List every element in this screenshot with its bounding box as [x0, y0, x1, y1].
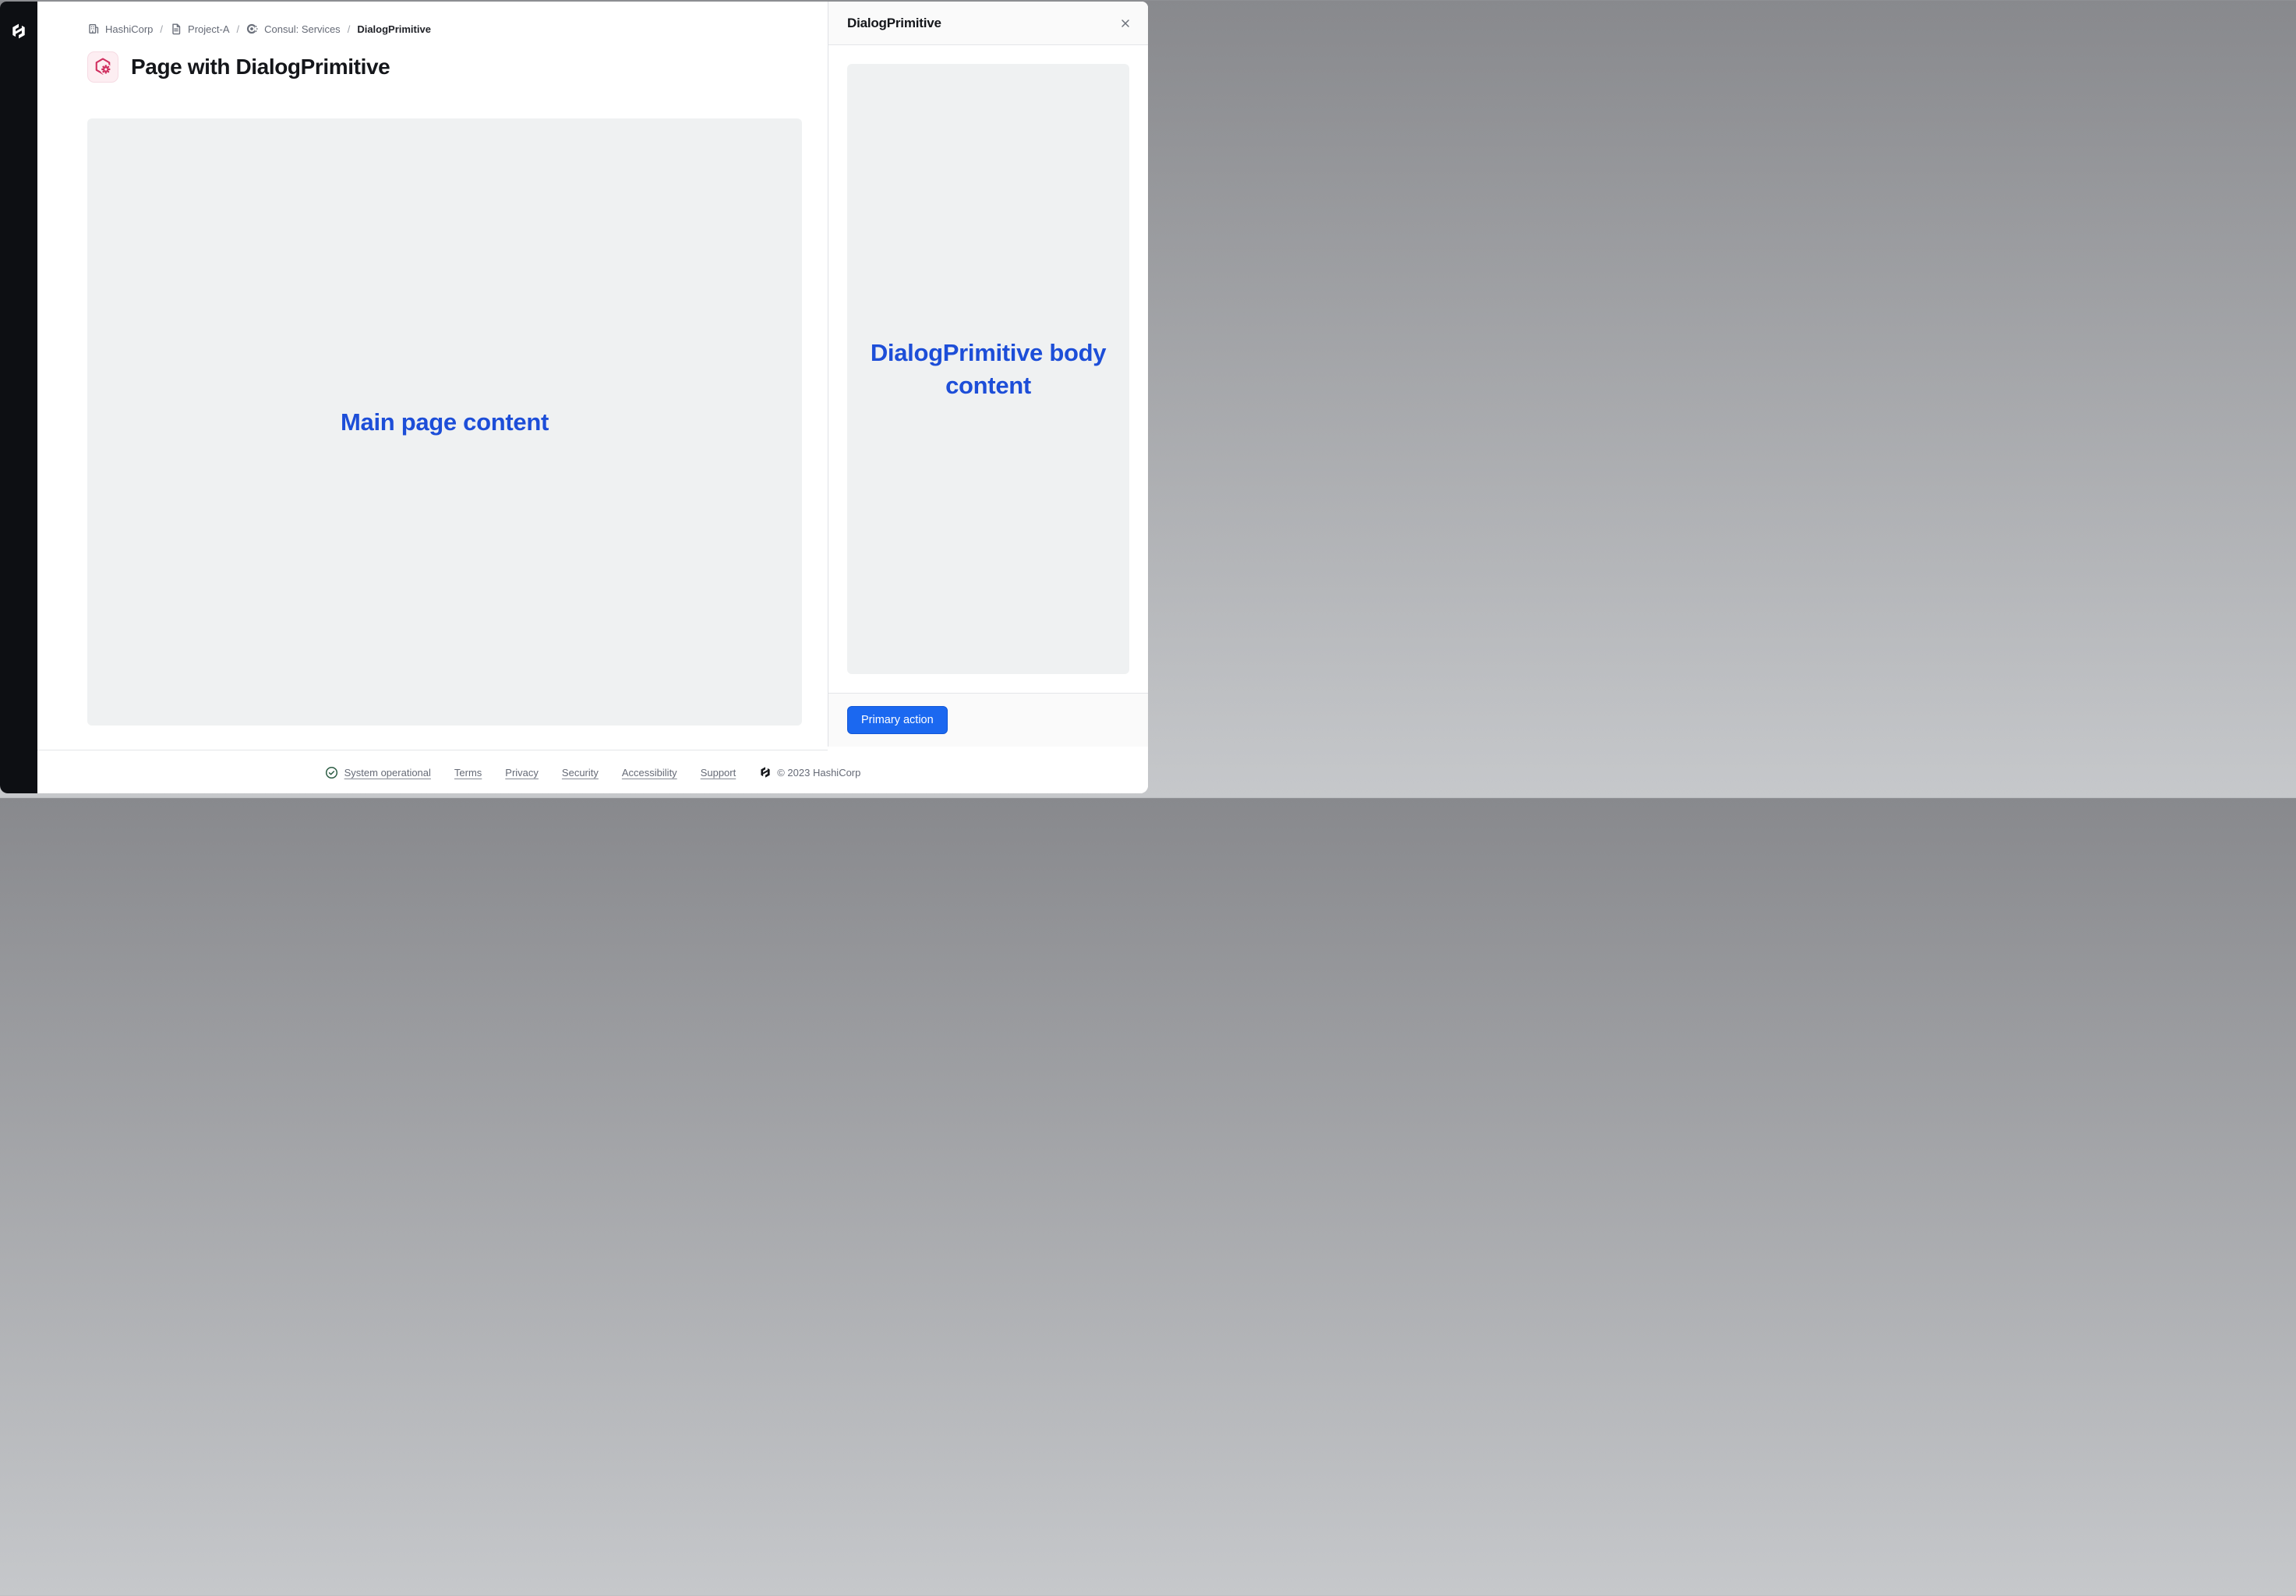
dialog-close-button[interactable] [1114, 12, 1137, 35]
check-circle-icon [325, 766, 338, 779]
system-status-label: System operational [344, 767, 431, 779]
dialog-footer: Primary action [828, 693, 1148, 747]
consul-icon [246, 23, 259, 35]
breadcrumb-item-project-a[interactable]: Project-A [170, 23, 229, 35]
breadcrumb: HashiCorp / Project-A / [87, 23, 802, 35]
hashicorp-logo-icon [10, 23, 27, 40]
breadcrumb-separator: / [237, 23, 240, 35]
footer-link-support[interactable]: Support [701, 767, 736, 779]
x-icon [1119, 17, 1132, 30]
copyright: © 2023 HashiCorp [759, 766, 860, 779]
main-placeholder-text: Main page content [341, 408, 549, 436]
app-frame: HashiCorp / Project-A / [0, 2, 1148, 793]
breadcrumb-item-consul-services[interactable]: Consul: Services [246, 23, 341, 35]
footer-link-privacy[interactable]: Privacy [505, 767, 539, 779]
footer-link-terms[interactable]: Terms [454, 767, 482, 779]
hashicorp-logo-icon [759, 766, 772, 779]
main-content-area: HashiCorp / Project-A / [37, 2, 828, 750]
breadcrumb-label: HashiCorp [105, 23, 153, 35]
page-title: Page with DialogPrimitive [131, 55, 390, 79]
org-building-icon [87, 23, 100, 35]
dialog-placeholder-box: DialogPrimitive body content [847, 64, 1129, 674]
copyright-text: © 2023 HashiCorp [777, 767, 860, 779]
breadcrumb-separator: / [160, 23, 163, 35]
footer-link-security[interactable]: Security [562, 767, 599, 779]
breadcrumb-item-current: DialogPrimitive [357, 23, 431, 35]
footer-link-accessibility[interactable]: Accessibility [622, 767, 677, 779]
system-status-link[interactable]: System operational [325, 766, 431, 779]
dialog-placeholder-text: DialogPrimitive body content [847, 337, 1129, 402]
file-text-icon [170, 23, 182, 35]
primary-action-button[interactable]: Primary action [847, 706, 948, 734]
dialog-body: DialogPrimitive body content [828, 45, 1148, 693]
app-footer: System operational Terms Privacy Securit… [37, 751, 1148, 793]
page-header: Page with DialogPrimitive [87, 51, 802, 83]
breadcrumb-label: Project-A [188, 23, 229, 35]
hashicorp-logo[interactable] [10, 23, 27, 40]
dialog-title: DialogPrimitive [847, 16, 1114, 31]
breadcrumb-item-hashicorp[interactable]: HashiCorp [87, 23, 153, 35]
main-placeholder-box: Main page content [87, 118, 802, 726]
dialog-primitive-flyout: DialogPrimitive DialogPrimitive body con… [828, 2, 1148, 747]
dialog-header: DialogPrimitive [828, 2, 1148, 45]
breadcrumb-label: Consul: Services [264, 23, 341, 35]
breadcrumb-separator: / [348, 23, 351, 35]
sidebar [0, 2, 37, 793]
consul-hexagon-gear-icon [87, 51, 118, 83]
